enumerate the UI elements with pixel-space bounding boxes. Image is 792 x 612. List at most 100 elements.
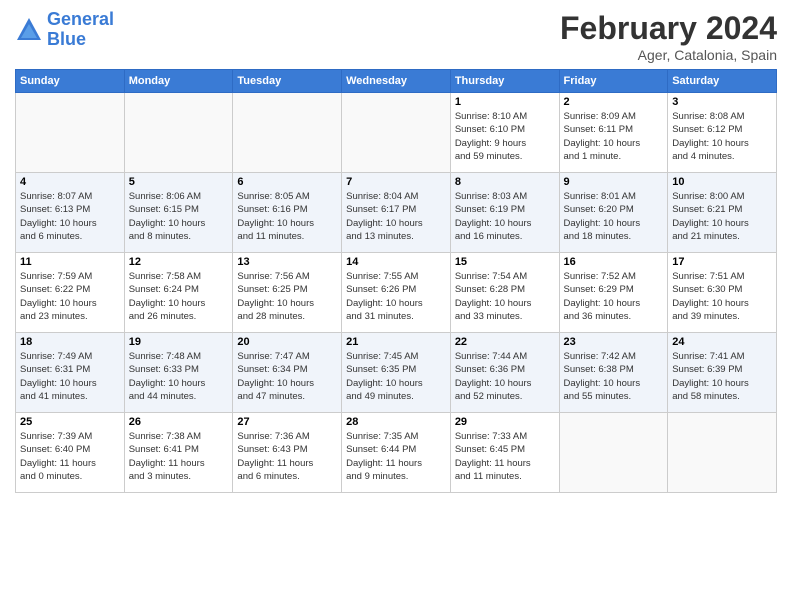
calendar-day-cell bbox=[16, 93, 125, 173]
day-info: Sunrise: 8:10 AMSunset: 6:10 PMDaylight:… bbox=[455, 110, 555, 163]
day-info: Sunrise: 7:51 AMSunset: 6:30 PMDaylight:… bbox=[672, 270, 772, 323]
calendar-day-cell: 18 Sunrise: 7:49 AMSunset: 6:31 PMDayligh… bbox=[16, 333, 125, 413]
day-info: Sunrise: 8:00 AMSunset: 6:21 PMDaylight:… bbox=[672, 190, 772, 243]
calendar-week-row: 11 Sunrise: 7:59 AMSunset: 6:22 PMDayligh… bbox=[16, 253, 777, 333]
day-info: Sunrise: 7:55 AMSunset: 6:26 PMDaylight:… bbox=[346, 270, 446, 323]
header-day: Monday bbox=[124, 70, 233, 93]
calendar-day-cell: 1 Sunrise: 8:10 AMSunset: 6:10 PMDaylight… bbox=[450, 93, 559, 173]
month-title: February 2024 bbox=[560, 10, 777, 47]
day-number: 19 bbox=[129, 336, 229, 348]
calendar-day-cell: 9Sunrise: 8:01 AMSunset: 6:20 PMDaylight… bbox=[559, 173, 668, 253]
header-row: SundayMondayTuesdayWednesdayThursdayFrid… bbox=[16, 70, 777, 93]
day-info: Sunrise: 8:09 AMSunset: 6:11 PMDaylight:… bbox=[564, 110, 664, 163]
day-info: Sunrise: 7:45 AMSunset: 6:35 PMDaylight:… bbox=[346, 350, 446, 403]
calendar-day-cell: 20 Sunrise: 7:47 AMSunset: 6:34 PMDayligh… bbox=[233, 333, 342, 413]
calendar-day-cell bbox=[233, 93, 342, 173]
calendar-day-cell: 29 Sunrise: 7:33 AMSunset: 6:45 PMDayligh… bbox=[450, 413, 559, 493]
day-info: Sunrise: 7:48 AMSunset: 6:33 PMDaylight:… bbox=[129, 350, 229, 403]
day-info: Sunrise: 7:56 AMSunset: 6:25 PMDaylight:… bbox=[237, 270, 337, 323]
day-number: 12 bbox=[129, 256, 229, 268]
calendar-day-cell: 4Sunrise: 8:07 AMSunset: 6:13 PMDaylight… bbox=[16, 173, 125, 253]
calendar-day-cell: 19 Sunrise: 7:48 AMSunset: 6:33 PMDayligh… bbox=[124, 333, 233, 413]
day-number: 26 bbox=[129, 416, 229, 428]
calendar-day-cell: 17 Sunrise: 7:51 AMSunset: 6:30 PMDayligh… bbox=[668, 253, 777, 333]
calendar-day-cell: 23 Sunrise: 7:42 AMSunset: 6:38 PMDayligh… bbox=[559, 333, 668, 413]
logo-text: General Blue bbox=[47, 10, 114, 50]
header-day: Friday bbox=[559, 70, 668, 93]
day-info: Sunrise: 7:47 AMSunset: 6:34 PMDaylight:… bbox=[237, 350, 337, 403]
day-number: 3 bbox=[672, 96, 772, 108]
day-number: 23 bbox=[564, 336, 664, 348]
header: General Blue February 2024 Ager, Catalon… bbox=[15, 10, 777, 63]
calendar-day-cell: 12 Sunrise: 7:58 AMSunset: 6:24 PMDayligh… bbox=[124, 253, 233, 333]
logo-line1: General bbox=[47, 9, 114, 29]
calendar-day-cell: 13Sunrise: 7:56 AMSunset: 6:25 PMDayligh… bbox=[233, 253, 342, 333]
calendar-week-row: 4Sunrise: 8:07 AMSunset: 6:13 PMDaylight… bbox=[16, 173, 777, 253]
day-number: 21 bbox=[346, 336, 446, 348]
day-number: 15 bbox=[455, 256, 555, 268]
day-info: Sunrise: 7:49 AMSunset: 6:31 PMDaylight:… bbox=[20, 350, 120, 403]
header-day: Saturday bbox=[668, 70, 777, 93]
day-info: Sunrise: 8:06 AMSunset: 6:15 PMDaylight:… bbox=[129, 190, 229, 243]
day-info: Sunrise: 8:05 AMSunset: 6:16 PMDaylight:… bbox=[237, 190, 337, 243]
day-number: 25 bbox=[20, 416, 120, 428]
day-info: Sunrise: 8:08 AMSunset: 6:12 PMDaylight:… bbox=[672, 110, 772, 163]
day-info: Sunrise: 7:52 AMSunset: 6:29 PMDaylight:… bbox=[564, 270, 664, 323]
calendar-day-cell: 22Sunrise: 7:44 AMSunset: 6:36 PMDayligh… bbox=[450, 333, 559, 413]
calendar-day-cell: 28 Sunrise: 7:35 AMSunset: 6:44 PMDayligh… bbox=[342, 413, 451, 493]
calendar-day-cell: 6 Sunrise: 8:05 AMSunset: 6:16 PMDaylight… bbox=[233, 173, 342, 253]
calendar-day-cell: 26Sunrise: 7:38 AMSunset: 6:41 PMDayligh… bbox=[124, 413, 233, 493]
location-title: Ager, Catalonia, Spain bbox=[560, 47, 777, 63]
day-number: 18 bbox=[20, 336, 120, 348]
calendar-day-cell: 16 Sunrise: 7:52 AMSunset: 6:29 PMDayligh… bbox=[559, 253, 668, 333]
calendar-week-row: 1 Sunrise: 8:10 AMSunset: 6:10 PMDaylight… bbox=[16, 93, 777, 173]
day-number: 5 bbox=[129, 176, 229, 188]
calendar-day-cell: 25Sunrise: 7:39 AMSunset: 6:40 PMDayligh… bbox=[16, 413, 125, 493]
day-number: 20 bbox=[237, 336, 337, 348]
calendar-day-cell: 2 Sunrise: 8:09 AMSunset: 6:11 PMDaylight… bbox=[559, 93, 668, 173]
day-number: 27 bbox=[237, 416, 337, 428]
logo-icon bbox=[15, 16, 43, 44]
day-number: 17 bbox=[672, 256, 772, 268]
calendar-day-cell: 24Sunrise: 7:41 AMSunset: 6:39 PMDayligh… bbox=[668, 333, 777, 413]
day-number: 10 bbox=[672, 176, 772, 188]
calendar-week-row: 25Sunrise: 7:39 AMSunset: 6:40 PMDayligh… bbox=[16, 413, 777, 493]
day-info: Sunrise: 8:04 AMSunset: 6:17 PMDaylight:… bbox=[346, 190, 446, 243]
calendar-day-cell: 27Sunrise: 7:36 AMSunset: 6:43 PMDayligh… bbox=[233, 413, 342, 493]
calendar-day-cell: 21 Sunrise: 7:45 AMSunset: 6:35 PMDayligh… bbox=[342, 333, 451, 413]
header-day: Wednesday bbox=[342, 70, 451, 93]
calendar-day-cell: 7Sunrise: 8:04 AMSunset: 6:17 PMDaylight… bbox=[342, 173, 451, 253]
calendar-day-cell bbox=[342, 93, 451, 173]
calendar-table: SundayMondayTuesdayWednesdayThursdayFrid… bbox=[15, 69, 777, 493]
day-info: Sunrise: 7:35 AMSunset: 6:44 PMDaylight:… bbox=[346, 430, 446, 483]
day-info: Sunrise: 7:33 AMSunset: 6:45 PMDaylight:… bbox=[455, 430, 555, 483]
logo-line2: Blue bbox=[47, 29, 86, 49]
day-number: 6 bbox=[237, 176, 337, 188]
day-number: 9 bbox=[564, 176, 664, 188]
day-number: 28 bbox=[346, 416, 446, 428]
calendar-day-cell: 11 Sunrise: 7:59 AMSunset: 6:22 PMDayligh… bbox=[16, 253, 125, 333]
day-number: 1 bbox=[455, 96, 555, 108]
header-day: Thursday bbox=[450, 70, 559, 93]
calendar-day-cell: 8 Sunrise: 8:03 AMSunset: 6:19 PMDaylight… bbox=[450, 173, 559, 253]
header-day: Tuesday bbox=[233, 70, 342, 93]
day-info: Sunrise: 7:59 AMSunset: 6:22 PMDaylight:… bbox=[20, 270, 120, 323]
day-number: 8 bbox=[455, 176, 555, 188]
day-number: 2 bbox=[564, 96, 664, 108]
calendar-day-cell: 14Sunrise: 7:55 AMSunset: 6:26 PMDayligh… bbox=[342, 253, 451, 333]
day-info: Sunrise: 7:42 AMSunset: 6:38 PMDaylight:… bbox=[564, 350, 664, 403]
day-number: 29 bbox=[455, 416, 555, 428]
day-info: Sunrise: 8:03 AMSunset: 6:19 PMDaylight:… bbox=[455, 190, 555, 243]
calendar-day-cell bbox=[559, 413, 668, 493]
day-number: 4 bbox=[20, 176, 120, 188]
header-day: Sunday bbox=[16, 70, 125, 93]
calendar-day-cell: 3 Sunrise: 8:08 AMSunset: 6:12 PMDaylight… bbox=[668, 93, 777, 173]
day-info: Sunrise: 7:58 AMSunset: 6:24 PMDaylight:… bbox=[129, 270, 229, 323]
day-number: 11 bbox=[20, 256, 120, 268]
calendar-day-cell bbox=[124, 93, 233, 173]
logo: General Blue bbox=[15, 10, 114, 50]
day-info: Sunrise: 7:44 AMSunset: 6:36 PMDaylight:… bbox=[455, 350, 555, 403]
day-number: 16 bbox=[564, 256, 664, 268]
page: General Blue February 2024 Ager, Catalon… bbox=[0, 0, 792, 503]
day-info: Sunrise: 7:41 AMSunset: 6:39 PMDaylight:… bbox=[672, 350, 772, 403]
